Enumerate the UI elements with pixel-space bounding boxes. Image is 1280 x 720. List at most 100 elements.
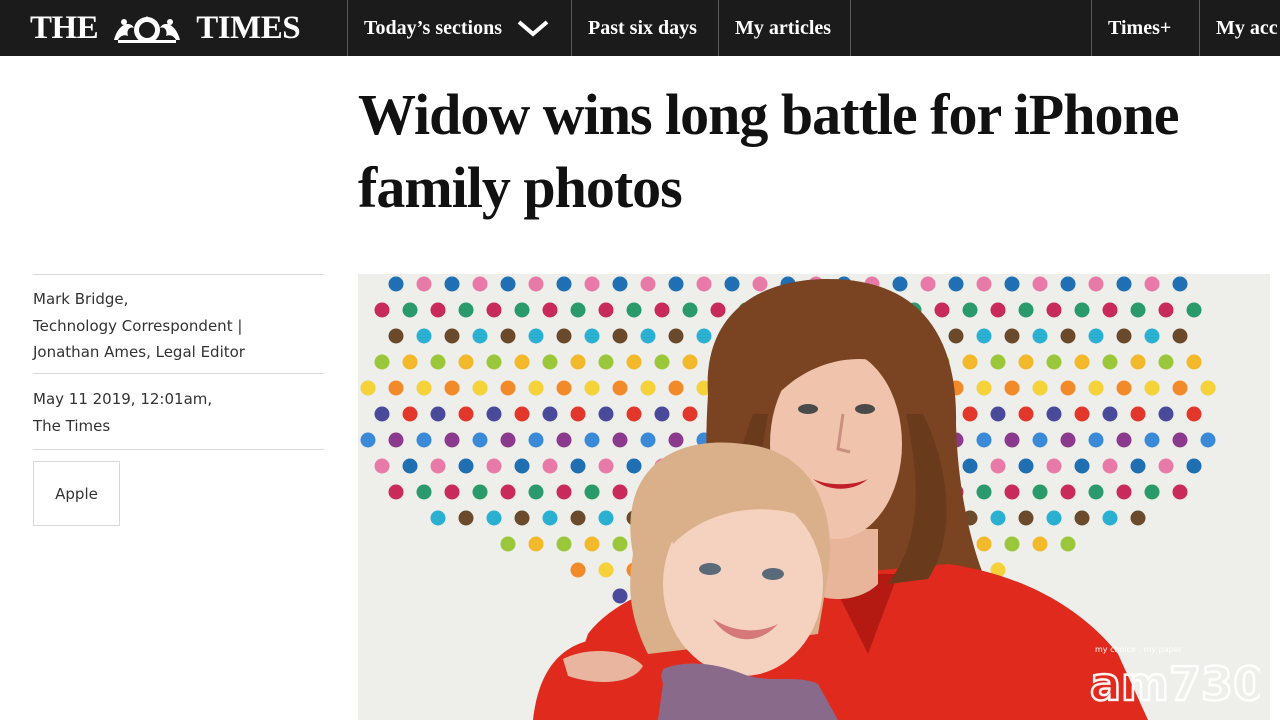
spot-dot xyxy=(1004,484,1020,500)
topic-tag-apple[interactable]: Apple xyxy=(33,461,120,526)
spot-dot xyxy=(430,302,446,318)
spot-dot xyxy=(556,432,572,448)
spot-dot xyxy=(1144,380,1160,396)
spot-dot xyxy=(1074,354,1090,370)
divider xyxy=(33,373,324,374)
author-name[interactable]: Mark Bridge, xyxy=(33,286,245,313)
spot-dot xyxy=(1102,354,1118,370)
spot-dot xyxy=(388,484,404,500)
publication-name: The Times xyxy=(33,416,111,435)
spot-dot xyxy=(1032,328,1048,344)
spot-dot xyxy=(626,302,642,318)
spot-dot xyxy=(1130,406,1146,422)
spot-dot xyxy=(1060,536,1076,552)
spot-dot xyxy=(556,536,572,552)
nav-my-articles[interactable]: My articles xyxy=(735,0,831,56)
nav-past-six-days[interactable]: Past six days xyxy=(588,0,697,56)
spot-dot xyxy=(1088,328,1104,344)
spot-dot xyxy=(444,380,460,396)
spot-dot xyxy=(1046,510,1062,526)
spot-dot xyxy=(416,432,432,448)
spot-dot xyxy=(556,328,572,344)
spot-dot xyxy=(1158,406,1174,422)
spot-dot xyxy=(990,406,1006,422)
spot-dot xyxy=(1116,432,1132,448)
photo-illustration xyxy=(358,274,1270,720)
spot-dot xyxy=(570,510,586,526)
spot-dot xyxy=(374,406,390,422)
spot-dot xyxy=(1130,354,1146,370)
publish-info: May 11 2019, 12:01am, The Times xyxy=(33,386,212,439)
spot-dot xyxy=(458,354,474,370)
spot-dot xyxy=(598,354,614,370)
spot-dot xyxy=(1172,432,1188,448)
spot-dot xyxy=(612,432,628,448)
spot-dot xyxy=(570,562,586,578)
spot-dot xyxy=(962,302,978,318)
spot-dot xyxy=(1004,536,1020,552)
spot-dot xyxy=(388,432,404,448)
nav-my-account[interactable]: My acc xyxy=(1216,0,1278,56)
royal-crest-icon xyxy=(114,16,181,43)
spot-dot xyxy=(528,536,544,552)
spot-dot xyxy=(416,484,432,500)
divider xyxy=(33,274,324,275)
spot-dot xyxy=(514,302,530,318)
spot-dot xyxy=(1186,302,1202,318)
spot-dot xyxy=(556,484,572,500)
spot-dot xyxy=(962,458,978,474)
spot-dot xyxy=(1060,432,1076,448)
spot-dot xyxy=(556,276,572,292)
logo-times: TIMES xyxy=(196,9,301,46)
spot-dot xyxy=(710,302,726,318)
nav-times-plus[interactable]: Times+ xyxy=(1108,0,1171,56)
spot-dot xyxy=(1186,354,1202,370)
spot-dot xyxy=(528,380,544,396)
spot-dot xyxy=(472,276,488,292)
spot-dot xyxy=(1158,458,1174,474)
spot-dot xyxy=(542,510,558,526)
spot-dot xyxy=(962,406,978,422)
spot-dot xyxy=(458,458,474,474)
spot-dot xyxy=(1032,484,1048,500)
spot-dot xyxy=(542,302,558,318)
spot-dot xyxy=(640,328,656,344)
spot-dot xyxy=(458,406,474,422)
spot-dot xyxy=(1018,510,1034,526)
spot-dot xyxy=(612,484,628,500)
spot-dot xyxy=(1130,302,1146,318)
author-name[interactable]: Jonathan Ames, Legal Editor xyxy=(33,339,245,366)
spot-dot xyxy=(1004,328,1020,344)
nav-divider xyxy=(347,0,348,56)
spot-dot xyxy=(1116,276,1132,292)
spot-dot xyxy=(1018,406,1034,422)
spot-dot xyxy=(682,406,698,422)
spot-dot xyxy=(402,406,418,422)
times-logo[interactable]: THE TIMES xyxy=(30,0,301,56)
spot-dot xyxy=(570,302,586,318)
spot-dot xyxy=(1144,276,1160,292)
nav-divider xyxy=(571,0,572,56)
top-navigation: THE TIMES Today’s sections Past six days… xyxy=(0,0,1280,56)
spot-dot xyxy=(1186,458,1202,474)
spot-dot xyxy=(486,510,502,526)
spot-dot xyxy=(990,458,1006,474)
spot-dot xyxy=(1018,302,1034,318)
spot-dot xyxy=(1172,276,1188,292)
spot-dot xyxy=(1102,458,1118,474)
spot-dot xyxy=(1004,432,1020,448)
spot-dot xyxy=(1144,484,1160,500)
spot-dot xyxy=(976,276,992,292)
spot-dot xyxy=(682,354,698,370)
nav-todays-sections[interactable]: Today’s sections xyxy=(364,0,550,56)
spot-dot xyxy=(1032,432,1048,448)
spot-dot xyxy=(570,458,586,474)
spot-dot xyxy=(612,380,628,396)
spot-dot xyxy=(374,458,390,474)
spot-dot xyxy=(654,406,670,422)
spot-dot xyxy=(584,536,600,552)
spot-dot xyxy=(584,380,600,396)
spot-dot xyxy=(402,302,418,318)
spot-dot xyxy=(360,380,376,396)
spot-dot xyxy=(388,328,404,344)
